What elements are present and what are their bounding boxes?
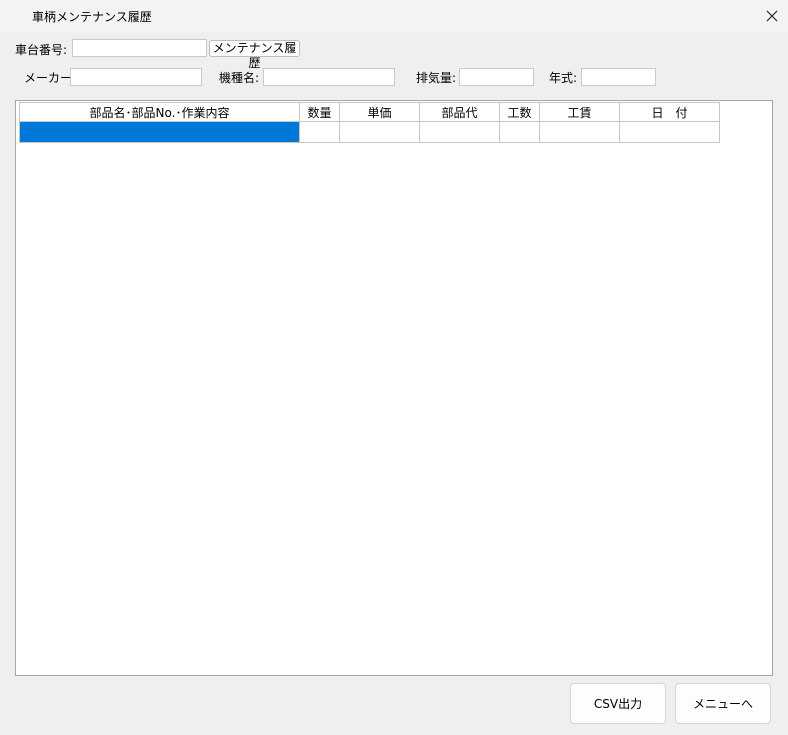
column-header-part[interactable]: 部品名･部品No.･作業内容 bbox=[19, 102, 300, 122]
column-header-parts-cost[interactable]: 部品代 bbox=[419, 102, 500, 122]
table-cell[interactable] bbox=[19, 121, 300, 143]
maintenance-history-button[interactable]: メンテナンス履歴 bbox=[209, 40, 300, 70]
table-header-row: 部品名･部品No.･作業内容 数量 単価 部品代 工数 工賃 日 付 bbox=[19, 102, 720, 122]
table-cell[interactable] bbox=[419, 121, 500, 143]
menu-button[interactable]: メニューへ bbox=[675, 683, 771, 724]
displacement-label: 排気量: bbox=[416, 71, 457, 85]
close-icon bbox=[766, 10, 778, 22]
column-header-date[interactable]: 日 付 bbox=[619, 102, 720, 122]
displacement-input[interactable] bbox=[459, 68, 534, 86]
title-bar: 車柄メンテナンス履歴 bbox=[0, 0, 788, 32]
model-input[interactable] bbox=[263, 68, 395, 86]
column-header-man-hours[interactable]: 工数 bbox=[499, 102, 540, 122]
column-header-labor-cost[interactable]: 工賃 bbox=[539, 102, 620, 122]
column-header-quantity[interactable]: 数量 bbox=[299, 102, 340, 122]
table-cell[interactable] bbox=[619, 121, 720, 143]
column-header-unit-price[interactable]: 単価 bbox=[339, 102, 420, 122]
history-table: 部品名･部品No.･作業内容 数量 単価 部品代 工数 工賃 日 付 bbox=[19, 102, 720, 143]
maintenance-history-window: 車柄メンテナンス履歴 車台番号: メンテナンス履歴 メーカー: 機種名: 排気量… bbox=[0, 0, 788, 735]
close-button[interactable] bbox=[756, 0, 788, 32]
maker-label: メーカー: bbox=[24, 71, 77, 85]
table-cell[interactable] bbox=[299, 121, 340, 143]
year-input[interactable] bbox=[581, 68, 656, 86]
window-title: 車柄メンテナンス履歴 bbox=[32, 10, 152, 24]
vehicle-no-label: 車台番号: bbox=[15, 43, 68, 57]
maker-input[interactable] bbox=[70, 68, 202, 86]
csv-export-button[interactable]: CSV出力 bbox=[570, 683, 666, 724]
model-label: 機種名: bbox=[219, 71, 260, 85]
table-row[interactable] bbox=[19, 121, 720, 143]
year-label: 年式: bbox=[549, 71, 578, 85]
table-cell[interactable] bbox=[499, 121, 540, 143]
table-cell[interactable] bbox=[539, 121, 620, 143]
history-grid[interactable]: 部品名･部品No.･作業内容 数量 単価 部品代 工数 工賃 日 付 bbox=[15, 100, 773, 676]
vehicle-no-input[interactable] bbox=[72, 39, 207, 57]
table-cell[interactable] bbox=[339, 121, 420, 143]
